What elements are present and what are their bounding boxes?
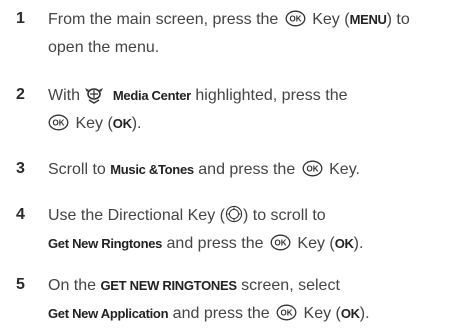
media-center-icon <box>85 88 104 104</box>
step-number: 2 <box>16 86 25 103</box>
step-number: 3 <box>16 160 25 177</box>
svg-text:OK: OK <box>274 239 286 248</box>
ok-key-icon: OK <box>302 160 323 177</box>
step-text: Scroll to Music &Tones and press the OK … <box>48 160 360 178</box>
svg-text:OK: OK <box>289 15 301 24</box>
ok-key-icon: OK <box>276 304 297 321</box>
step-number: 1 <box>16 10 25 27</box>
svg-text:OK: OK <box>306 165 318 174</box>
step-number: 4 <box>16 206 25 223</box>
step-text: With Media Center highlighted, press the… <box>48 87 348 132</box>
ok-key-icon: OK <box>270 234 291 251</box>
ok-key-icon: OK <box>48 114 69 131</box>
svg-text:OK: OK <box>281 309 293 318</box>
step-text: On the GET NEW RINGTONES screen, select … <box>48 277 370 322</box>
step-text: From the main screen, press the OK Key (… <box>48 10 410 56</box>
step-number: 5 <box>16 276 25 293</box>
svg-text:OK: OK <box>53 119 65 128</box>
directional-key-icon <box>225 205 243 223</box>
ok-key-icon: OK <box>285 10 306 27</box>
step-text: Use the Directional Key ( ) to scroll to… <box>48 205 364 252</box>
